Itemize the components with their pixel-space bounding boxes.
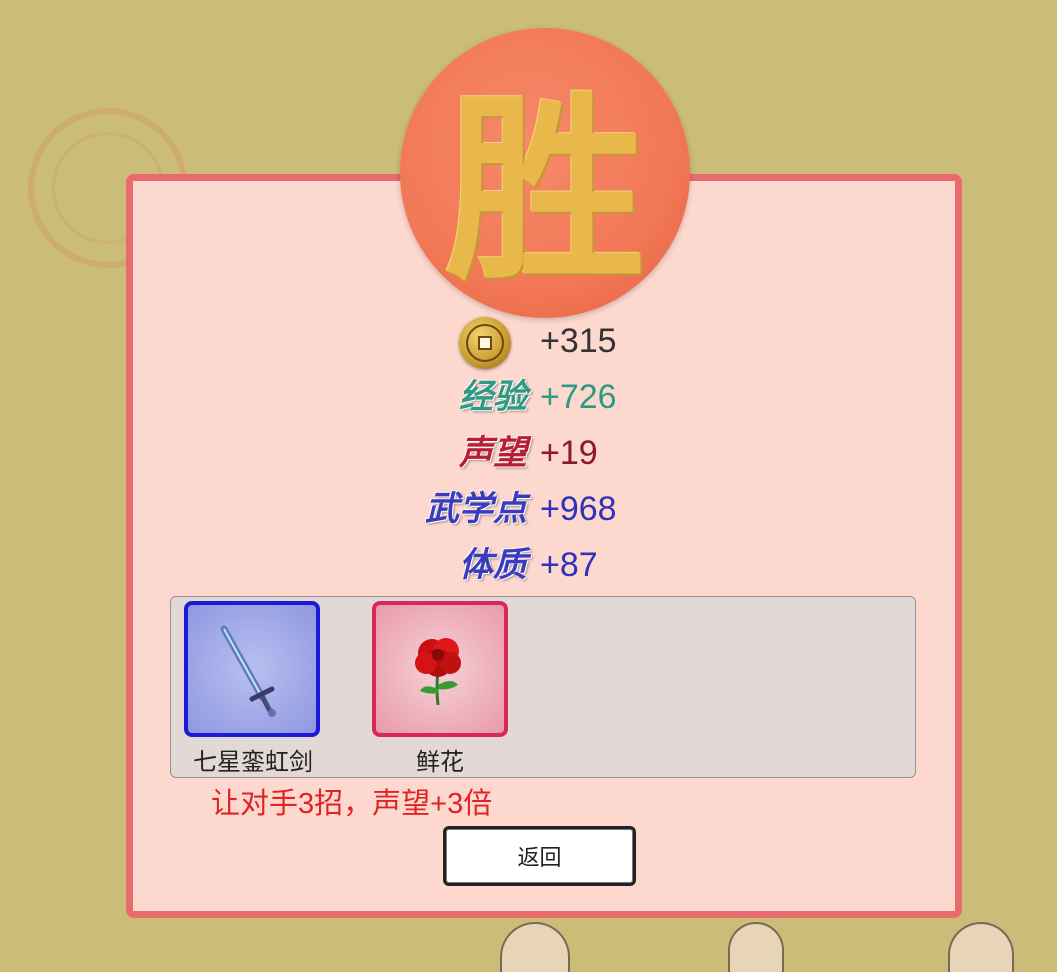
return-button[interactable]: 返回 [443,826,636,886]
reputation-value: +19 [540,434,598,472]
sword-icon [220,625,276,717]
character-portrait-1 [500,922,570,972]
bonus-note: 让对手3招，声望+3倍 [211,788,493,820]
item-slot-sword[interactable] [184,601,320,737]
reward-row-exp: 经验 +726 [0,374,1057,420]
item-slot-flower[interactable] [372,601,508,737]
character-portrait-2 [728,922,784,972]
reward-row-reputation: 声望 +19 [0,430,1057,476]
character-portrait-3 [948,922,1014,972]
flower-icon [415,638,461,706]
exp-value: +726 [540,378,617,416]
constitution-label: 体质 [459,545,527,585]
item-name-flower: 鲜花 [416,749,464,776]
reward-row-martial-points: 武学点 +968 [0,486,1057,532]
constitution-value: +87 [540,546,598,584]
reward-row-coins: +315 [0,318,1057,364]
exp-label: 经验 [459,377,527,417]
martial-points-label: 武学点 [425,489,527,529]
martial-points-value: +968 [540,490,617,528]
victory-glyph: 胜 [444,73,645,308]
reputation-label: 声望 [459,433,527,473]
victory-seal: 胜 [400,28,690,318]
coins-value: +315 [540,322,617,360]
item-name-sword: 七星銮虹剑 [193,749,313,776]
reward-row-constitution: 体质 +87 [0,542,1057,588]
